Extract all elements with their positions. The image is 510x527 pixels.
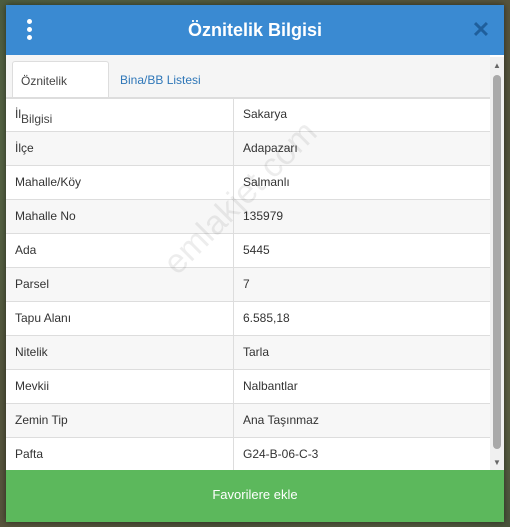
dialog-title: Öznitelik Bilgisi — [187, 20, 323, 40]
attribute-value: 6.585,18 — [243, 311, 290, 325]
attribute-value: Tarla — [243, 345, 270, 359]
attribute-label: Mahalle/Köy — [6, 166, 234, 199]
tab-bar: Öznitelik Bilgisi Bina/BB Listesi — [6, 55, 490, 126]
tab-attribute-info[interactable]: Öznitelik Bilgisi — [12, 61, 109, 126]
attribute-label: Nitelik — [6, 336, 234, 369]
dialog-header: Öznitelik Bilgisi ✕ — [6, 5, 504, 55]
close-icon[interactable]: ✕ — [470, 18, 492, 42]
attribute-value: Adapazarı — [243, 141, 298, 155]
kebab-menu-icon[interactable] — [20, 18, 40, 42]
table-row: Pafta G24-B-06-C-3 — [6, 437, 490, 470]
table-row: İl Sakarya — [6, 97, 490, 131]
attribute-value: Sakarya — [243, 107, 288, 121]
table-row: Ada 5445 — [6, 233, 490, 267]
attribute-value: 135979 — [243, 209, 284, 223]
attribute-table: İl Sakarya İlçe Adapazarı Mahalle/Köy Sa… — [6, 97, 490, 470]
table-row: Mahalle No 135979 — [6, 199, 490, 233]
table-row: Nitelik Tarla — [6, 335, 490, 369]
attribute-info-dialog: Öznitelik Bilgisi ✕ Öznitelik Bilgisi Bi… — [6, 5, 504, 522]
table-row: İlçe Adapazarı — [6, 131, 490, 165]
attribute-label: Ada — [6, 234, 234, 267]
attribute-value: Nalbantlar — [243, 379, 298, 393]
scroll-up-icon[interactable]: ▲ — [490, 59, 504, 73]
table-row: Zemin Tip Ana Taşınmaz — [6, 403, 490, 437]
attribute-label: Parsel — [6, 268, 234, 301]
scroll-thumb[interactable] — [493, 75, 501, 449]
attribute-label: Zemin Tip — [6, 404, 234, 437]
table-row: Tapu Alanı 6.585,18 — [6, 301, 490, 335]
attribute-value: Salmanlı — [243, 175, 290, 189]
attribute-value: 5445 — [243, 243, 270, 257]
table-row: Mahalle/Köy Salmanlı — [6, 165, 490, 199]
attribute-value: Ana Taşınmaz — [243, 413, 319, 427]
attribute-value: G24-B-06-C-3 — [243, 447, 319, 461]
attribute-label: Pafta — [6, 438, 234, 470]
attribute-label: İlçe — [6, 132, 234, 165]
attribute-label: Mahalle No — [6, 200, 234, 233]
attribute-value: 7 — [243, 277, 250, 291]
scroll-down-icon[interactable]: ▼ — [490, 456, 504, 470]
table-row: Parsel 7 — [6, 267, 490, 301]
add-to-favorites-button[interactable]: Favorilere ekle — [6, 470, 504, 522]
vertical-scrollbar[interactable]: ▲ ▼ — [490, 57, 504, 470]
table-row: Mevkii Nalbantlar — [6, 369, 490, 403]
tab-building-list[interactable]: Bina/BB Listesi — [112, 61, 222, 98]
attribute-label: Mevkii — [6, 370, 234, 403]
attribute-label: Tapu Alanı — [6, 302, 234, 335]
attribute-label: İl — [6, 98, 234, 131]
